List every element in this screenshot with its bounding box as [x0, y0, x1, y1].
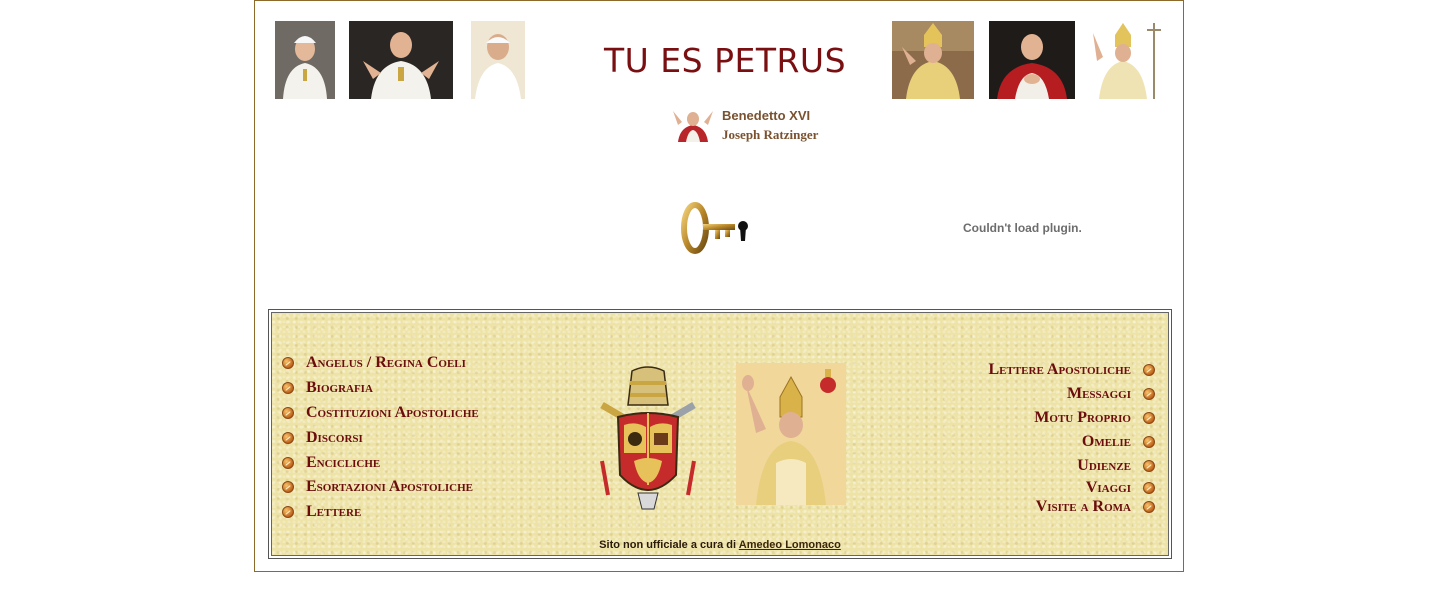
bullet-icon — [282, 382, 294, 395]
nav-link[interactable]: Encicliche — [306, 454, 380, 472]
bullet-icon — [1143, 364, 1155, 376]
pope-portrait-icon — [892, 21, 974, 99]
nav-link[interactable]: Angelus / Regina Coeli — [306, 354, 466, 372]
pope-portrait-icon — [1083, 21, 1169, 99]
nav-item-lettere-apostoliche[interactable]: Lettere Apostoliche — [988, 358, 1155, 382]
pope-portrait-icon — [349, 21, 453, 99]
nav-link[interactable]: Udienze — [1077, 457, 1131, 475]
bullet-icon — [1143, 500, 1155, 513]
nav-link[interactable]: Discorsi — [306, 429, 363, 447]
bullet-icon — [282, 506, 294, 519]
navigation-panel: Angelus / Regina Coeli Biografia Costitu… — [268, 309, 1172, 559]
nav-link[interactable]: Costituzioni Apostoliche — [306, 404, 479, 422]
nav-link[interactable]: Visite a Roma — [1036, 498, 1131, 516]
pope-photo-5 — [989, 21, 1075, 99]
plugin-error: Couldn't load plugin. — [963, 221, 1082, 235]
footer-text: Sito non ufficiale a cura di — [599, 539, 737, 551]
page-frame: TU ES PETRUS Benedetto XVI Joseph Ratzin… — [254, 0, 1184, 572]
footer-credit: Sito non ufficiale a cura di Amedeo Lomo… — [272, 539, 1168, 551]
bullet-icon — [1143, 436, 1155, 448]
nav-item-visite-roma[interactable]: Visite a Roma — [988, 497, 1155, 516]
pope-photo-2 — [349, 21, 453, 99]
nav-item-motu-proprio[interactable]: Motu Proprio — [988, 406, 1155, 430]
pope-waving-photo — [736, 363, 846, 505]
coat-of-arms-icon — [592, 365, 704, 513]
nav-link[interactable]: Esortazioni Apostoliche — [306, 478, 473, 496]
pope-birth-name: Joseph Ratzinger — [722, 127, 819, 142]
nav-item-discorsi[interactable]: Discorsi — [282, 425, 479, 450]
key-icon[interactable] — [681, 201, 751, 256]
pope-portrait-icon — [471, 21, 525, 99]
nav-link[interactable]: Messaggi — [1067, 385, 1131, 403]
navigation-panel-inner: Angelus / Regina Coeli Biografia Costitu… — [271, 312, 1169, 556]
nav-link[interactable]: Omelie — [1082, 433, 1131, 451]
bullet-icon — [282, 431, 294, 444]
bullet-icon — [1143, 412, 1155, 424]
nav-item-encicliche[interactable]: Encicliche — [282, 450, 479, 475]
pope-portrait-icon — [736, 363, 846, 505]
nav-item-udienze[interactable]: Udienze — [988, 454, 1155, 478]
pope-portrait-icon — [989, 21, 1075, 99]
nav-link[interactable]: Lettere — [306, 503, 361, 521]
nav-link[interactable]: Motu Proprio — [1034, 409, 1131, 427]
author-link[interactable]: Amedeo Lomonaco — [739, 539, 841, 551]
left-nav: Angelus / Regina Coeli Biografia Costitu… — [282, 351, 479, 525]
bullet-icon — [282, 406, 294, 419]
nav-link[interactable]: Viaggi — [1086, 479, 1131, 497]
nav-item-omelie[interactable]: Omelie — [988, 430, 1155, 454]
nav-item-costituzioni[interactable]: Costituzioni Apostoliche — [282, 401, 479, 426]
pope-photo-1 — [275, 21, 335, 99]
page-title: TU ES PETRUS — [603, 41, 847, 80]
nav-item-messaggi[interactable]: Messaggi — [988, 382, 1155, 406]
nav-item-viaggi[interactable]: Viaggi — [988, 478, 1155, 497]
bullet-icon — [1143, 460, 1155, 472]
pope-name: Benedetto XVI — [722, 108, 811, 123]
nav-link[interactable]: Biografia — [306, 379, 373, 397]
pope-photo-3 — [471, 21, 525, 99]
nav-item-esortazioni[interactable]: Esortazioni Apostoliche — [282, 475, 479, 500]
pope-portrait-icon — [275, 21, 335, 99]
pope-photo-6 — [1083, 21, 1169, 99]
nav-link[interactable]: Lettere Apostoliche — [988, 361, 1131, 379]
bullet-icon — [282, 481, 294, 494]
right-nav: Lettere Apostoliche Messaggi Motu Propri… — [988, 358, 1155, 516]
bullet-icon — [1143, 388, 1155, 400]
bullet-icon — [282, 456, 294, 469]
bullet-icon — [282, 357, 294, 370]
nav-item-biografia[interactable]: Biografia — [282, 376, 479, 401]
nav-item-lettere[interactable]: Lettere — [282, 500, 479, 525]
small-pope-icon — [670, 107, 716, 142]
bullet-icon — [1143, 481, 1155, 494]
nav-item-angelus[interactable]: Angelus / Regina Coeli — [282, 351, 479, 376]
pope-photo-4 — [892, 21, 974, 99]
